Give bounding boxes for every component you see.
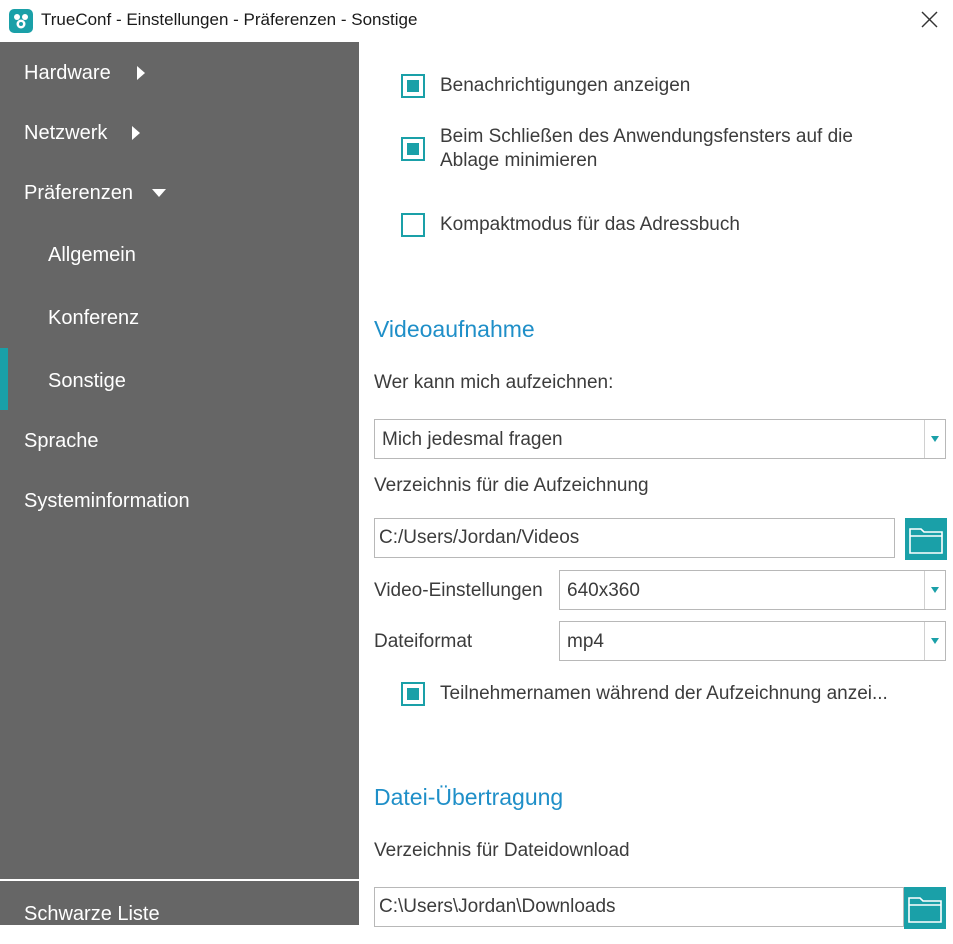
- video-settings-select[interactable]: 640x360: [559, 570, 946, 610]
- close-icon: [921, 11, 938, 28]
- close-button[interactable]: [908, 0, 952, 40]
- download-directory-browse-button[interactable]: [904, 887, 946, 929]
- dropdown-toggle[interactable]: [924, 622, 945, 660]
- show-participant-names-label: Teilnehmernamen während der Aufzeichnung…: [440, 683, 888, 704]
- file-format-label: Dateiformat: [374, 631, 473, 652]
- window-title: TrueConf - Einstellungen - Präferenzen -…: [41, 10, 418, 29]
- recording-directory-input[interactable]: C:/Users/Jordan/Videos: [374, 518, 895, 558]
- settings-content: Benachrichtigungen anzeigen Beim Schließ…: [359, 42, 953, 929]
- chevron-right-icon: [137, 66, 145, 80]
- who-can-record-label: Wer kann mich aufzeichnen:: [374, 372, 614, 393]
- recording-directory-label: Verzeichnis für die Aufzeichnung: [374, 475, 649, 496]
- video-settings-label: Video-Einstellungen: [374, 580, 543, 601]
- sidebar-item-praeferenzen[interactable]: Präferenzen: [0, 163, 359, 223]
- triangle-down-icon: [931, 587, 939, 593]
- file-format-select[interactable]: mp4: [559, 621, 946, 661]
- download-directory-label: Verzeichnis für Dateidownload: [374, 840, 630, 861]
- triangle-down-icon: [931, 638, 939, 644]
- download-directory-input[interactable]: C:\Users\Jordan\Downloads: [374, 887, 904, 927]
- sidebar-item-systeminformation[interactable]: Systeminformation: [0, 471, 359, 531]
- sidebar-item-label: Präferenzen: [24, 182, 133, 204]
- who-can-record-select[interactable]: Mich jedesmal fragen: [374, 419, 946, 459]
- sidebar-item-label: Konferenz: [48, 307, 140, 329]
- compact-mode-label: Kompaktmodus für das Adressbuch: [440, 214, 740, 235]
- sidebar-item-label: Sprache: [24, 430, 99, 452]
- sidebar-item-netzwerk[interactable]: Netzwerk: [0, 103, 359, 163]
- sidebar-item-label: Schwarze Liste: [24, 903, 160, 925]
- file-format-value: mp4: [567, 631, 604, 652]
- video-recording-title: Videoaufnahme: [374, 316, 535, 342]
- chevron-down-icon: [152, 189, 166, 197]
- sidebar-item-label: Allgemein: [48, 244, 136, 266]
- sidebar-item-label: Sonstige: [48, 370, 126, 392]
- chevron-right-icon: [132, 126, 140, 140]
- recording-directory-browse-button[interactable]: [905, 518, 947, 560]
- folder-icon: [908, 897, 942, 923]
- sidebar-item-label: Netzwerk: [24, 122, 108, 144]
- sidebar-item-label: Systeminformation: [24, 490, 190, 512]
- triangle-down-icon: [931, 436, 939, 442]
- show-participant-names-checkbox[interactable]: [401, 682, 425, 706]
- video-settings-value: 640x360: [567, 580, 640, 601]
- who-can-record-value: Mich jedesmal fragen: [382, 429, 563, 450]
- minimize-tray-label-line2: Ablage minimieren: [440, 150, 598, 171]
- notifications-checkbox[interactable]: [401, 74, 425, 98]
- dropdown-toggle[interactable]: [924, 571, 945, 609]
- title-bar: TrueConf - Einstellungen - Präferenzen -…: [0, 0, 953, 42]
- dropdown-toggle[interactable]: [924, 420, 945, 458]
- trueconf-logo-icon: [9, 9, 33, 33]
- sidebar-item-label: Hardware: [24, 62, 111, 84]
- notifications-label: Benachrichtigungen anzeigen: [440, 75, 691, 96]
- folder-icon: [909, 528, 943, 554]
- sidebar-item-sprache[interactable]: Sprache: [0, 411, 359, 471]
- compact-mode-checkbox[interactable]: [401, 213, 425, 237]
- sidebar-item-konferenz[interactable]: Konferenz: [0, 288, 359, 348]
- sidebar-item-allgemein[interactable]: Allgemein: [0, 225, 359, 285]
- sidebar-item-schwarze-liste[interactable]: Schwarze Liste: [0, 884, 359, 944]
- minimize-tray-label-line1: Beim Schließen des Anwendungsfensters au…: [440, 126, 853, 147]
- sidebar-divider: [0, 879, 359, 881]
- file-transfer-title: Datei-Übertragung: [374, 784, 564, 810]
- sidebar-item-sonstige[interactable]: Sonstige: [0, 351, 359, 411]
- settings-sidebar: Hardware Netzwerk Präferenzen Allgemein …: [0, 42, 359, 925]
- minimize-tray-checkbox[interactable]: [401, 137, 425, 161]
- sidebar-item-hardware[interactable]: Hardware: [0, 43, 359, 103]
